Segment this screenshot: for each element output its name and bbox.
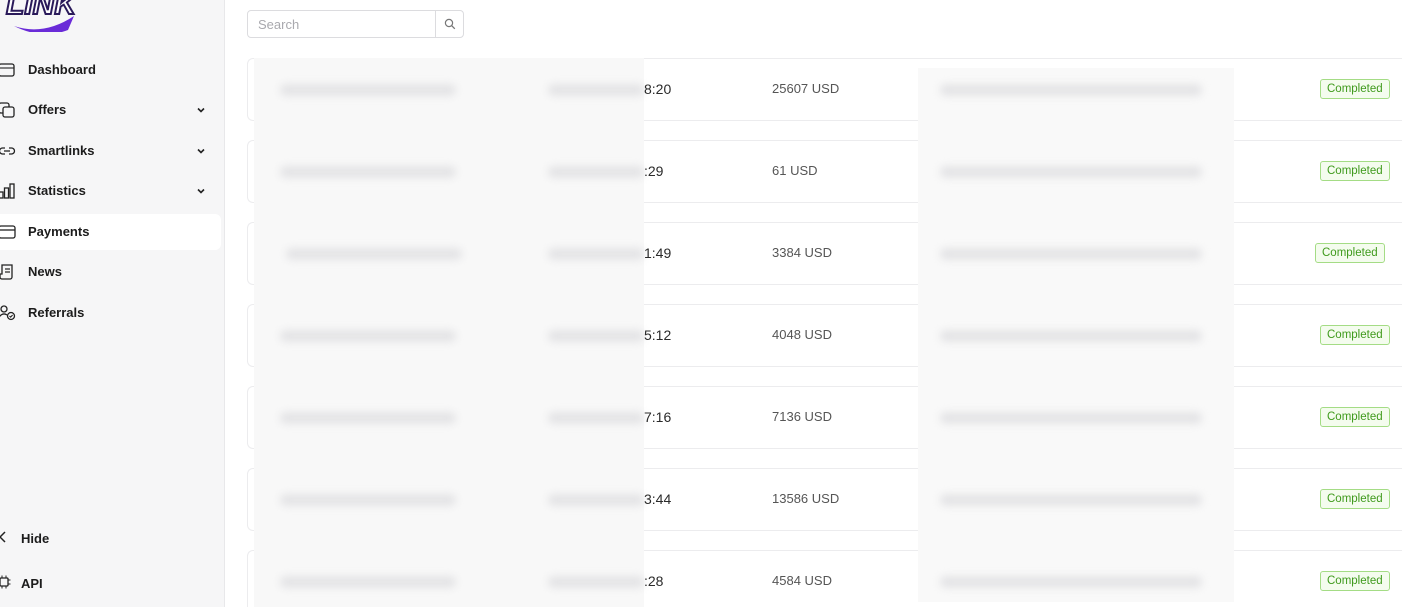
sidebar-item-label: Statistics <box>28 183 86 198</box>
app-root: LINK Dashboard Offers Smartlinks Statist… <box>0 0 1402 607</box>
brand-logo[interactable]: LINK <box>4 0 100 32</box>
sidebar-item-label: Referrals <box>28 305 85 320</box>
referrals-icon <box>0 305 16 321</box>
payment-time: :28 <box>644 573 664 589</box>
redacted-text <box>280 412 456 424</box>
sidebar-item-dashboard[interactable]: Dashboard <box>0 52 221 88</box>
redacted-text <box>548 166 644 178</box>
sidebar-item-smartlinks[interactable]: Smartlinks <box>0 133 221 169</box>
redacted-region <box>918 68 1234 602</box>
chevron-down-icon[interactable] <box>195 104 207 116</box>
payment-amount: 4048 USD <box>772 327 832 342</box>
search-box <box>247 10 464 38</box>
status-badge: Completed <box>1320 571 1390 591</box>
dashboard-icon <box>0 63 15 77</box>
offers-icon <box>0 102 15 118</box>
redacted-text <box>940 412 1202 424</box>
sidebar-item-label: Smartlinks <box>28 143 95 158</box>
hide-sidebar-button[interactable]: Hide <box>0 524 120 552</box>
sidebar-item-offers[interactable]: Offers <box>0 92 221 128</box>
redacted-text <box>286 248 462 260</box>
chip-icon <box>0 575 11 589</box>
redacted-text <box>940 166 1202 178</box>
payment-amount: 4584 USD <box>772 573 832 588</box>
sidebar-item-label: Payments <box>28 224 90 239</box>
redacted-text <box>940 330 1202 342</box>
status-badge: Completed <box>1320 489 1390 509</box>
redacted-text <box>280 84 456 96</box>
news-icon <box>0 264 13 280</box>
payment-time: 8:20 <box>644 81 672 97</box>
sidebar-item-statistics[interactable]: Statistics <box>0 173 221 209</box>
status-badge: Completed <box>1320 161 1390 181</box>
payment-amount: 25607 USD <box>772 81 840 96</box>
redacted-text <box>280 494 456 506</box>
api-button[interactable]: API <box>0 569 120 597</box>
redacted-region <box>254 58 644 607</box>
bar-chart-icon <box>0 183 15 199</box>
redacted-text <box>940 84 1202 96</box>
payment-amount: 7136 USD <box>772 409 832 424</box>
payment-time: 7:16 <box>644 409 672 425</box>
redacted-text <box>548 248 644 260</box>
sidebar-item-label: Dashboard <box>28 62 96 77</box>
payment-amount: 3384 USD <box>772 245 832 260</box>
payment-time: :29 <box>644 163 664 179</box>
sidebar-item-referrals[interactable]: Referrals <box>0 295 221 331</box>
redacted-text <box>548 330 644 342</box>
chevron-left-icon <box>0 531 6 543</box>
redacted-text <box>940 576 1202 588</box>
sidebar-item-news[interactable]: News <box>0 254 221 290</box>
payment-time: 3:44 <box>644 491 672 507</box>
redacted-text <box>940 248 1202 260</box>
chevron-down-icon[interactable] <box>195 145 207 157</box>
payment-time: 5:12 <box>644 327 672 343</box>
redacted-text <box>548 576 644 588</box>
redacted-text <box>548 412 644 424</box>
sidebar-item-label: Offers <box>28 102 67 117</box>
redacted-text <box>548 494 644 506</box>
payment-amount: 13586 USD <box>772 491 840 506</box>
sidebar-item-label: News <box>28 264 62 279</box>
status-badge: Completed <box>1320 325 1390 345</box>
payment-time: 1:49 <box>644 245 672 261</box>
chevron-down-icon[interactable] <box>195 185 207 197</box>
redacted-text <box>940 494 1202 506</box>
search-icon <box>444 18 455 30</box>
sidebar: LINK Dashboard Offers Smartlinks Statist… <box>0 0 225 607</box>
logo-text: LINK <box>6 0 78 21</box>
status-badge: Completed <box>1320 407 1390 427</box>
status-badge: Completed <box>1320 79 1390 99</box>
redacted-text <box>548 84 644 96</box>
redacted-text <box>280 330 456 342</box>
link-icon <box>0 147 16 155</box>
sidebar-item-payments[interactable]: Payments <box>0 214 221 250</box>
search-button[interactable] <box>435 11 463 37</box>
status-badge: Completed <box>1315 243 1385 263</box>
redacted-text <box>280 166 456 178</box>
api-label: API <box>21 576 43 591</box>
hide-label: Hide <box>21 531 50 546</box>
redacted-text <box>280 576 456 588</box>
card-icon <box>0 225 16 239</box>
search-input[interactable] <box>248 11 435 37</box>
payment-amount: 61 USD <box>772 163 818 178</box>
